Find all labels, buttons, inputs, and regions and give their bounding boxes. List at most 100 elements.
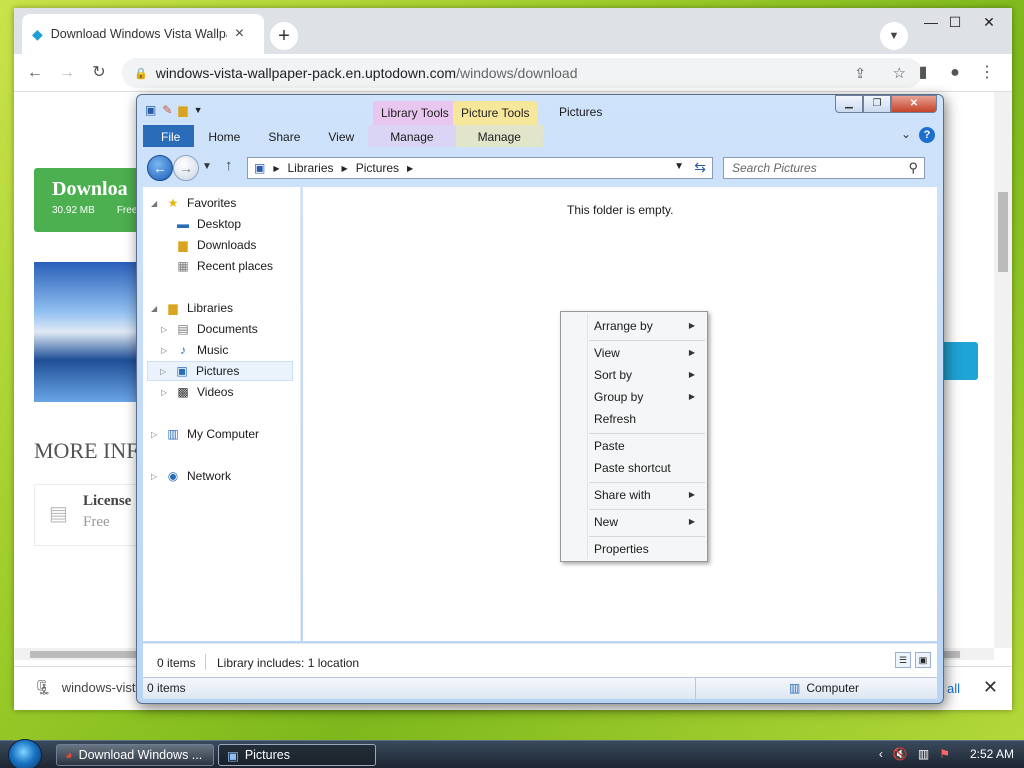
show-all-link[interactable]: all — [947, 681, 960, 696]
nav-favorites[interactable]: ◢ ★ Favorites — [151, 193, 236, 213]
browser-maximize-button[interactable]: ☐ — [940, 12, 970, 32]
taskbar-explorer-button[interactable]: ▣ Pictures — [218, 744, 376, 766]
back-arrow-icon[interactable]: ← — [24, 62, 46, 84]
url-host: windows-vista-wallpaper-pack.en.uptodown… — [155, 65, 457, 81]
expand-arrow-icon[interactable]: ▷ — [161, 388, 169, 397]
properties-qat-icon[interactable]: ✎ — [162, 103, 172, 117]
page-scroll-thumb[interactable] — [998, 192, 1008, 272]
nav-documents[interactable]: ▷ ▤ Documents — [161, 319, 258, 339]
qat-dropdown-icon[interactable]: ▼ — [194, 105, 203, 115]
menu-group-by[interactable]: Group by ▶ — [563, 387, 705, 409]
tab-manage-library[interactable]: Manage — [368, 125, 456, 147]
tab-file[interactable]: File — [143, 125, 195, 147]
taskbar: ◕ Download Windows ... ▣ Pictures ‹ 🔇 ▥ … — [0, 739, 1024, 768]
search-input[interactable]: Search Pictures ⚲ — [723, 157, 925, 179]
menu-kebab-icon[interactable]: ⋮ — [976, 62, 998, 84]
breadcrumb-pictures[interactable]: Pictures — [356, 161, 399, 175]
download-shelf-item[interactable]: 🗜 windows-vista — [34, 679, 143, 696]
nav-desktop[interactable]: ▬ Desktop — [161, 214, 241, 234]
clock[interactable]: 2:52 AM — [970, 747, 1014, 761]
details-status-bar: 0 items Library includes: 1 location ☰ ▣ — [143, 643, 937, 677]
nav-network-label: Network — [187, 469, 232, 483]
recent-locations-dropdown-icon[interactable]: ▼ — [202, 161, 212, 172]
large-icons-view-icon[interactable]: ▣ — [915, 652, 931, 668]
tab-manage-picture[interactable]: Manage — [455, 125, 543, 147]
tab-home[interactable]: Home — [194, 125, 254, 147]
nav-pictures[interactable]: ▷ ▣ Pictures — [147, 361, 293, 381]
profile-avatar-icon[interactable]: ● — [944, 62, 966, 84]
expand-arrow-icon[interactable]: ▷ — [160, 367, 168, 376]
nav-recent-places[interactable]: ▦ Recent places — [161, 256, 273, 276]
breadcrumb-separator-icon[interactable]: ▶ — [407, 164, 413, 173]
back-button[interactable]: ← — [147, 155, 173, 181]
address-history-dropdown-icon[interactable]: ▼ — [674, 161, 684, 172]
menu-new[interactable]: New ▶ — [563, 512, 705, 534]
reload-icon[interactable]: ↻ — [88, 62, 110, 84]
nav-network[interactable]: ▷ ◉ Network — [151, 466, 231, 486]
collapse-arrow-icon[interactable]: ◢ — [151, 304, 159, 313]
volume-muted-icon[interactable]: 🔇 — [893, 747, 908, 761]
explorer-window-icon[interactable]: ▣ — [145, 103, 156, 117]
new-folder-qat-icon[interactable]: ▆ — [178, 103, 187, 117]
search-icon[interactable]: ⚲ — [908, 160, 918, 176]
network-icon: ◉ — [167, 469, 179, 483]
tab-close-icon[interactable]: × — [235, 25, 244, 43]
documents-icon: ▤ — [177, 322, 189, 336]
expand-arrow-icon[interactable]: ▷ — [161, 346, 169, 355]
action-center-flag-icon[interactable]: ⚑ — [939, 747, 950, 761]
refresh-icon[interactable]: ⇆ — [694, 159, 706, 176]
explorer-close-button[interactable]: ✕ — [891, 95, 937, 113]
tab-search-chevron-icon[interactable]: ▼ — [880, 22, 908, 50]
nav-music-label: Music — [197, 343, 229, 357]
forward-button[interactable]: → — [173, 155, 199, 181]
menu-arrange-by[interactable]: Arrange by ▶ — [563, 316, 705, 338]
explorer-minimize-button[interactable]: ▁ — [835, 95, 863, 113]
expand-arrow-icon[interactable]: ▷ — [151, 430, 159, 439]
breadcrumb-separator-icon[interactable]: ▶ — [342, 164, 348, 173]
tab-share[interactable]: Share — [254, 125, 314, 147]
side-panel-icon[interactable]: ▮ — [912, 62, 934, 84]
download-shelf-close-icon[interactable]: ✕ — [983, 677, 998, 698]
help-icon[interactable]: ? — [919, 127, 935, 143]
menu-properties[interactable]: Properties — [563, 539, 705, 561]
nav-my-computer[interactable]: ▷ ▥ My Computer — [151, 424, 259, 444]
nav-downloads[interactable]: ▆ Downloads — [161, 235, 256, 255]
network-tray-icon[interactable]: ▥ — [918, 747, 929, 761]
menu-sort-by[interactable]: Sort by ▶ — [563, 365, 705, 387]
nav-libraries[interactable]: ◢ ▆ Libraries — [151, 298, 233, 318]
menu-refresh[interactable]: Refresh — [563, 409, 705, 431]
taskbar-chrome-button[interactable]: ◕ Download Windows ... — [56, 744, 214, 766]
nav-videos[interactable]: ▷ ▩ Videos — [161, 382, 233, 402]
expand-arrow-icon[interactable]: ▷ — [161, 325, 169, 334]
side-blue-button[interactable] — [938, 342, 978, 380]
menu-paste[interactable]: Paste — [563, 436, 705, 458]
address-bar[interactable]: 🔒 windows-vista-wallpaper-pack.en.uptodo… — [122, 58, 922, 88]
collapse-arrow-icon[interactable]: ◢ — [151, 199, 159, 208]
menu-refresh-label: Refresh — [594, 412, 637, 426]
share-icon[interactable]: ⇪ — [854, 65, 866, 82]
tab-strip: ◆ Download Windows Vista Wallpa × + ▼ — … — [14, 8, 1012, 54]
browser-close-button[interactable]: ✕ — [974, 12, 1004, 32]
forward-arrow-icon[interactable]: → — [56, 62, 78, 84]
expand-arrow-icon[interactable]: ▷ — [151, 472, 159, 481]
explorer-address-bar[interactable]: ▣ ▶ Libraries ▶ Pictures ▶ ▼ ⇆ — [247, 157, 713, 179]
explorer-maximize-button[interactable]: ❐ — [863, 95, 891, 113]
breadcrumb-separator-icon[interactable]: ▶ — [273, 164, 279, 173]
up-one-level-icon[interactable]: ↑ — [225, 157, 233, 174]
desktop-icon: ▬ — [177, 217, 189, 231]
menu-view[interactable]: View ▶ — [563, 343, 705, 365]
browser-tab[interactable]: ◆ Download Windows Vista Wallpa × — [22, 14, 264, 54]
breadcrumb-libraries[interactable]: Libraries — [288, 161, 334, 175]
bookmark-star-icon[interactable]: ☆ — [893, 64, 906, 82]
ribbon-expand-chevron-icon[interactable]: ⌄ — [901, 127, 911, 141]
menu-share-with[interactable]: Share with ▶ — [563, 485, 705, 507]
tab-view[interactable]: View — [314, 125, 368, 147]
nav-music[interactable]: ▷ ♪ Music — [161, 340, 228, 360]
start-orb-icon[interactable] — [8, 739, 42, 768]
page-vertical-scrollbar[interactable] — [994, 92, 1012, 648]
details-view-icon[interactable]: ☰ — [895, 652, 911, 668]
tray-expand-chevron-icon[interactable]: ‹ — [879, 747, 883, 761]
menu-paste-shortcut[interactable]: Paste shortcut — [563, 458, 705, 480]
new-tab-button[interactable]: + — [270, 22, 298, 50]
license-document-icon: ▤ — [49, 503, 68, 525]
